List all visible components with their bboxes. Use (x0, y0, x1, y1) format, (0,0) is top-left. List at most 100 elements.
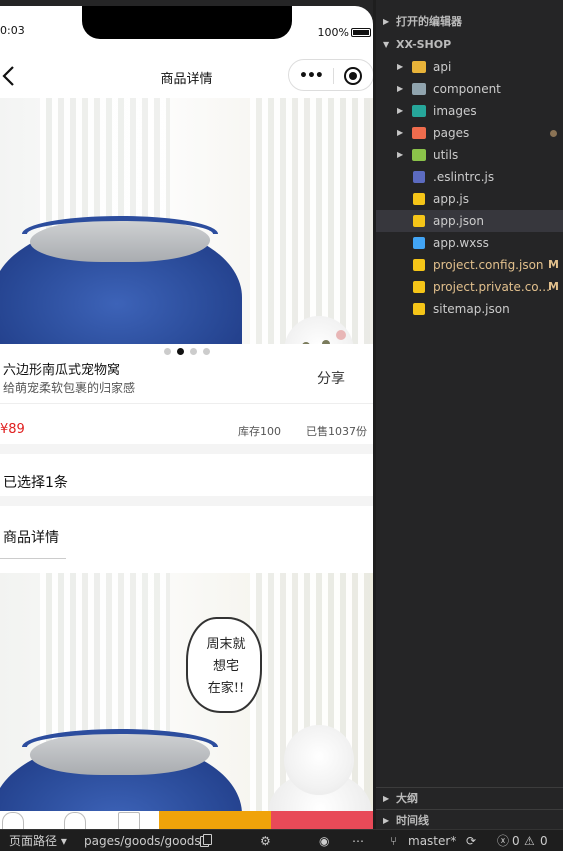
swiper-dot-active[interactable] (176, 348, 184, 355)
preview-eye-icon[interactable]: ◉ (319, 830, 329, 851)
cart-icon[interactable] (118, 812, 140, 829)
buy-now-button[interactable] (271, 811, 373, 829)
swiper-dot[interactable] (189, 348, 197, 355)
folder-item-images[interactable]: ▶ images (376, 100, 563, 122)
tree-item-label: utils (433, 148, 459, 162)
tree-item-label: component (433, 82, 501, 96)
more-icon[interactable]: ••• (299, 68, 324, 84)
chevron-right-icon: ▶ (397, 62, 404, 71)
status-time: 0:03 (0, 24, 25, 37)
devtools-window: 0:03 100% 商品详情 ••• 六边形南瓜式宠物窝 给萌宠柔软包裹的归家感… (0, 0, 563, 851)
cat-ear (336, 330, 346, 340)
chevron-down-icon: ▼ (383, 40, 390, 49)
tree-item-label: .eslintrc.js (433, 170, 495, 184)
page-path-dropdown[interactable]: 页面路径 ▾ (9, 830, 67, 851)
chevron-right-icon: ▶ (397, 150, 404, 159)
status-bar: 页面路径 ▾ pages/goods/goods ⚙ ◉ ⋯ ⑂ master*… (0, 829, 563, 851)
file-item-sitemap-json[interactable]: sitemap.json (376, 298, 563, 320)
file-item-project-private-co[interactable]: project.private.co... M (376, 276, 563, 298)
tree-item-label: project.private.co... (433, 280, 550, 294)
warning-count[interactable]: 0 (540, 830, 548, 851)
folder-item-utils[interactable]: ▶ utils (376, 144, 563, 166)
tree-item-label: app.json (433, 214, 484, 228)
json-icon (413, 215, 425, 227)
json-icon (413, 303, 425, 315)
service-icon[interactable] (2, 812, 24, 829)
curtain-decor (250, 98, 370, 344)
file-item-app-js[interactable]: app.js (376, 188, 563, 210)
folder-component-icon (412, 83, 426, 95)
sync-icon[interactable]: ⟳ (466, 830, 476, 851)
chevron-right-icon: ▶ (383, 17, 390, 26)
section-gap (0, 496, 373, 506)
detail-title: 商品详情 (3, 530, 59, 546)
goods-title: 六边形南瓜式宠物窝 (3, 363, 121, 378)
swiper-dot[interactable] (163, 348, 171, 355)
phone-notch (82, 6, 292, 39)
folder-item-component[interactable]: ▶ component (376, 78, 563, 100)
open-editors-header[interactable]: ▶ 打开的编辑器 (376, 11, 563, 33)
close-miniprogram-icon[interactable] (344, 67, 362, 85)
page-path: pages/goods/goods (84, 834, 201, 848)
speech-bubble-text: 周末就 想宅 在家!! (206, 637, 246, 696)
git-modified-badge: M (548, 258, 559, 271)
eslint-icon (413, 171, 425, 183)
file-item-project-config-json[interactable]: project.config.json M (376, 254, 563, 276)
capsule-menu: ••• (288, 59, 373, 91)
chevron-right-icon: ▶ (397, 84, 404, 93)
divider (0, 403, 373, 404)
tree-item-label: app.js (433, 192, 469, 206)
outline-label: 大纲 (396, 792, 418, 805)
tree-item-label: images (433, 104, 477, 118)
goods-sold: 已售1037份 (306, 425, 367, 438)
tree-item-label: project.config.json (433, 258, 544, 272)
home-icon[interactable] (64, 812, 86, 829)
git-branch[interactable]: master* (408, 830, 456, 851)
project-name: XX-SHOP (396, 38, 452, 51)
folder-api-icon (412, 61, 426, 73)
goods-stock: 库存100 (238, 425, 281, 438)
chevron-right-icon: ▶ (383, 794, 390, 803)
share-button[interactable]: 分享 (317, 368, 345, 388)
swiper-indicator (0, 340, 373, 359)
capsule-divider (333, 68, 334, 84)
file-item-app-json[interactable]: app.json (376, 210, 563, 232)
error-icon: ⓧ (497, 834, 510, 848)
git-modified-badge: M (548, 280, 559, 293)
folder-utils-icon (412, 149, 426, 161)
error-count[interactable]: 0 (512, 830, 520, 851)
battery-icon (351, 28, 371, 37)
section-divider (376, 787, 563, 788)
tree-item-label: pages (433, 126, 470, 140)
copy-icon[interactable] (203, 834, 212, 845)
nav-bar: 商品详情 ••• (0, 58, 373, 98)
css-icon (413, 237, 425, 249)
status-battery-text: 100% (317, 26, 349, 39)
tree-item-label: sitemap.json (433, 302, 510, 316)
project-header[interactable]: ▼ XX-SHOP (376, 34, 563, 56)
goods-price: ¥89 (0, 422, 25, 437)
chevron-right-icon: ▶ (397, 106, 404, 115)
branch-icon: ⑂ (390, 834, 398, 848)
folder-pages-icon (412, 127, 426, 139)
tree-item-label: app.wxss (433, 236, 489, 250)
file-explorer: ▶ 打开的编辑器 ▼ XX-SHOP ▶ api ▶ component ▶ images… (376, 0, 563, 829)
outline-header[interactable]: ▶ 大纲 (376, 788, 563, 810)
chevron-right-icon: ▶ (397, 128, 404, 137)
add-to-cart-button[interactable] (159, 811, 271, 829)
folder-images-icon (412, 105, 426, 117)
folder-item-api[interactable]: ▶ api (376, 56, 563, 78)
cat-head (284, 725, 354, 795)
more-icon[interactable]: ⋯ (352, 830, 364, 851)
sku-selected[interactable]: 已选择1条 (3, 472, 68, 492)
section-divider (376, 809, 563, 810)
simulator-panel: 0:03 100% 商品详情 ••• 六边形南瓜式宠物窝 给萌宠柔软包裹的归家感… (0, 0, 375, 829)
file-item-app-wxss[interactable]: app.wxss (376, 232, 563, 254)
goods-swiper[interactable] (0, 98, 373, 344)
swiper-dot[interactable] (202, 348, 210, 355)
js-icon (413, 193, 425, 205)
folder-item-pages[interactable]: ▶ pages (376, 122, 563, 144)
file-item-eslintrc-js[interactable]: .eslintrc.js (376, 166, 563, 188)
json-icon (413, 281, 425, 293)
debug-icon[interactable]: ⚙ (260, 830, 271, 851)
